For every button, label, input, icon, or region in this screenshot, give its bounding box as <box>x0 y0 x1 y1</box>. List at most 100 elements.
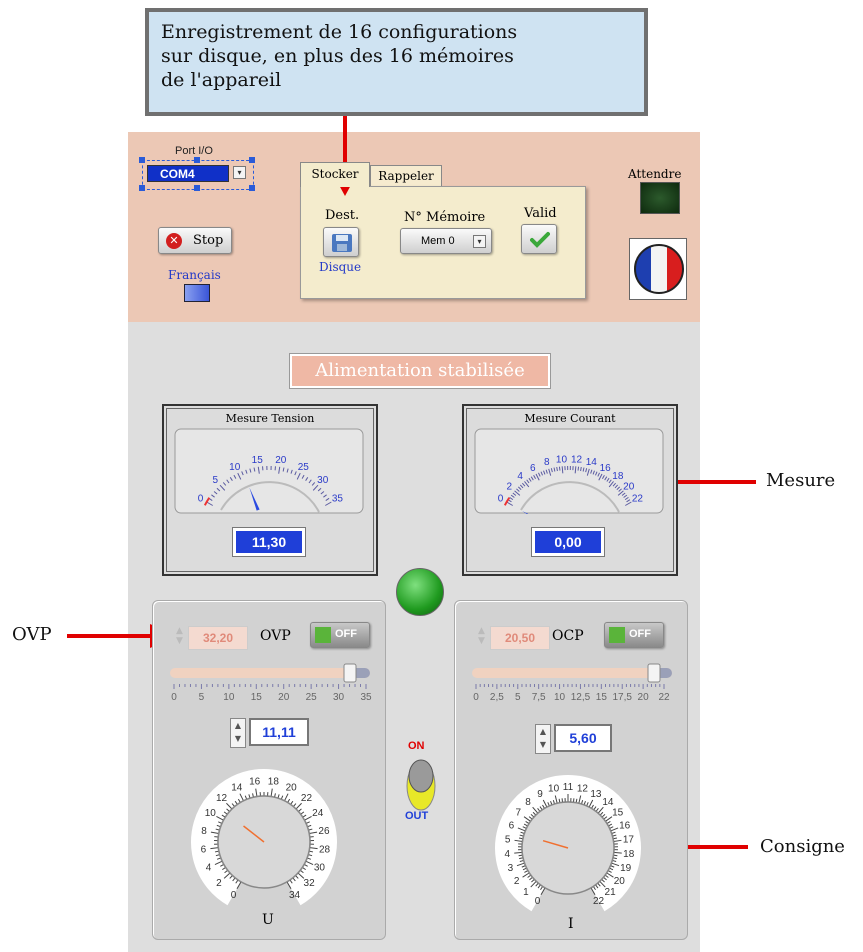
knob-tick-label: 1 <box>523 887 529 898</box>
knob-tick-label: 12 <box>577 784 589 795</box>
ocp-slider[interactable]: 0 2,5 5 7,5 10 12,5 15 17,5 20 22 <box>468 662 678 704</box>
gauge-tick <box>574 466 577 474</box>
voltage-meter-label: Mesure Tension <box>225 412 315 425</box>
knob-tick-label: 10 <box>548 784 560 795</box>
current-meter-label: Mesure Courant <box>524 412 616 425</box>
slider-tick-label: 15 <box>596 692 608 703</box>
knob-tick-label: 20 <box>614 876 626 887</box>
slider-tick-label: 10 <box>554 692 566 703</box>
voltage-gauge: 05 10 15 20 25 3035 <box>174 428 364 514</box>
gauge-tick-label: 12 <box>571 454 583 465</box>
knob-tick-label: 22 <box>301 793 313 804</box>
gauge-tick-label: 0 <box>498 494 504 505</box>
current-gauge: 02468 10 12 14161820 22 <box>474 428 664 514</box>
knob-tick-label: 6 <box>201 844 207 855</box>
knob-tick-label: 10 <box>205 808 217 819</box>
slider-tick-label: 5 <box>515 692 521 703</box>
ocp-toggle[interactable]: OFF <box>604 622 664 648</box>
ocp-value[interactable]: 20,50 <box>490 626 550 650</box>
gauge-tick-label: 35 <box>332 494 344 505</box>
knob-tick-label: 17 <box>623 834 635 845</box>
knob-tick-label: 28 <box>319 844 331 855</box>
knob-tick-label: 34 <box>289 890 301 901</box>
annotation-mesure: Mesure <box>766 470 836 491</box>
output-toggle-switch[interactable] <box>404 756 438 812</box>
knob-tick-label: 24 <box>312 808 324 819</box>
gauge-tick-label: 22 <box>632 494 644 505</box>
ocp-label: OCP <box>552 628 584 644</box>
setpoint-u-input[interactable]: 11,11 <box>249 718 309 746</box>
gauge-tick-label: 18 <box>612 471 624 482</box>
ovp-value[interactable]: 32,20 <box>188 626 248 650</box>
knob-tick-label: 16 <box>249 777 261 788</box>
annotation-consigne: Consigne <box>760 836 845 857</box>
knob-tick-label: 14 <box>231 782 243 793</box>
slider-tick-label: 12,5 <box>571 692 591 703</box>
page-title: Alimentation stabilisée <box>289 353 551 389</box>
slider-tick-label: 2,5 <box>490 692 504 703</box>
gauge-tick-label: 2 <box>507 481 513 492</box>
current-value: 0,00 <box>531 527 605 557</box>
knob-tick-label: 14 <box>602 797 614 808</box>
gauge-tick-label: 0 <box>198 494 204 505</box>
knob-tick-label: 30 <box>314 862 326 873</box>
knob-tick-label: 32 <box>304 878 316 889</box>
knob-tick-label: 4 <box>504 849 510 860</box>
slider-tick-label: 25 <box>306 692 318 703</box>
ovp-label: OVP <box>260 628 291 644</box>
knob-tick-label: 8 <box>525 797 531 808</box>
knob-tick-label: 13 <box>590 789 602 800</box>
slider-tick-label: 10 <box>223 692 235 703</box>
current-knob[interactable]: 0123456789 10 11 12 13141516171819202122 <box>476 766 668 926</box>
knob-tick-label: 7 <box>516 808 522 819</box>
gauge-tick-label: 15 <box>252 455 264 466</box>
setpoint-i-input[interactable]: 5,60 <box>554 724 612 752</box>
knob-tick-label: 16 <box>619 820 631 831</box>
knob-tick-label: 18 <box>268 777 280 788</box>
voltage-knob[interactable]: 0246810121416 182022242628303234 <box>172 760 364 920</box>
gauge-tick-label: 5 <box>212 475 218 486</box>
gauge-tick-label: 20 <box>275 455 287 466</box>
gauge-tick <box>580 466 582 472</box>
gauge-tick-label: 4 <box>517 471 523 482</box>
slider-tick-label: 20 <box>638 692 650 703</box>
annotation-ovp: OVP <box>12 624 52 645</box>
knob-tick-label: 6 <box>509 820 515 831</box>
knob-tick-label: 22 <box>593 896 605 907</box>
output-status-led <box>396 568 444 616</box>
slider-tick-label: 7,5 <box>532 692 546 703</box>
gauge-tick-label: 30 <box>317 475 329 486</box>
switch-on-label: ON <box>408 740 425 752</box>
gauge-tick <box>558 466 561 471</box>
ovp-toggle[interactable]: OFF <box>310 622 370 648</box>
gauge-tick-label: 25 <box>298 462 310 473</box>
slider-tick-label: 17,5 <box>612 692 632 703</box>
voltage-knob-label: U <box>262 912 274 928</box>
knob-tick-label: 19 <box>620 863 632 874</box>
setpoint-u-stepper[interactable]: ▲ ▼ <box>230 718 246 748</box>
slider-tick-label: 22 <box>658 692 670 703</box>
gauge-tick-label: 8 <box>544 457 550 468</box>
knob-tick-label: 21 <box>605 887 617 898</box>
gauge-tick-label: 10 <box>556 454 568 465</box>
knob-tick-label: 12 <box>216 793 228 804</box>
knob-tick-label: 15 <box>612 808 624 819</box>
switch-out-label: OUT <box>405 810 429 822</box>
knob-tick-label: 20 <box>286 782 298 793</box>
setpoint-i-stepper[interactable]: ▲ ▼ <box>535 724 551 754</box>
gauge-tick-label: 20 <box>623 481 635 492</box>
knob-tick-label: 4 <box>206 862 212 873</box>
ovp-slider[interactable]: 0 5 10 15 20 25 30 35 <box>168 662 374 704</box>
knob-tick-label: 8 <box>201 826 207 837</box>
slider-tick-label: 0 <box>473 692 479 703</box>
gauge-tick <box>556 466 558 472</box>
knob-tick-label: 0 <box>535 896 541 907</box>
slider-tick-label: 35 <box>360 692 372 703</box>
knob-tick-label: 2 <box>216 878 222 889</box>
knob-tick-label: 26 <box>318 826 330 837</box>
knob-tick-label: 2 <box>514 876 520 887</box>
gauge-tick-label: 10 <box>229 462 241 473</box>
slider-tick-label: 30 <box>333 692 345 703</box>
ocp-toggle-label: OFF <box>629 628 651 640</box>
tab-stocker[interactable]: Stocker <box>300 162 370 187</box>
